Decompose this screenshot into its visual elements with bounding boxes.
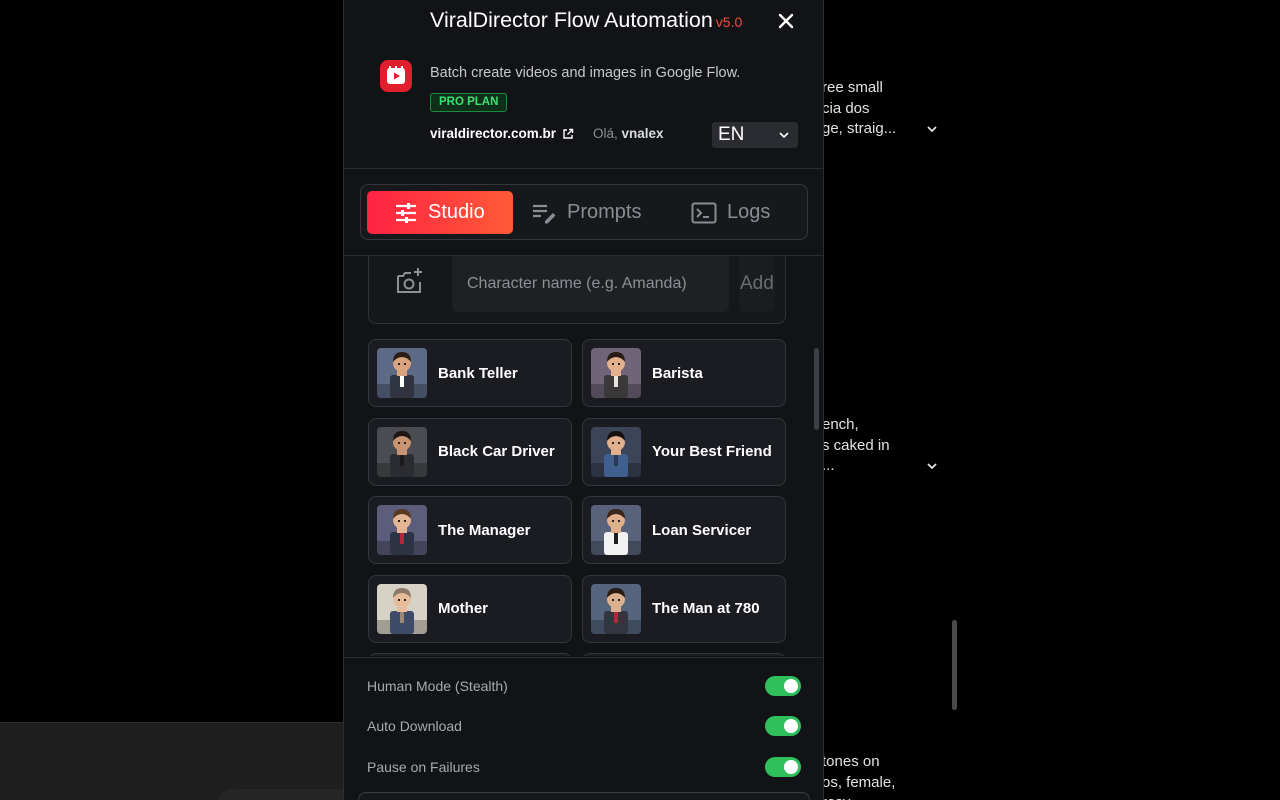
toggle-knob (784, 679, 798, 693)
character-avatar (377, 426, 427, 477)
language-value[interactable]: EN (718, 124, 744, 146)
character-name: Mother (438, 600, 488, 617)
character-avatar (591, 426, 641, 477)
background-prompt-snippet: ree small cia dos ge, straig... (822, 78, 912, 140)
tab-label[interactable]: Logs (727, 201, 770, 224)
website-link[interactable]: viraldirector.com.br (430, 126, 574, 141)
character-name: Your Best Friend (652, 443, 772, 460)
character-card-partial[interactable] (368, 653, 572, 656)
character-avatar (377, 583, 427, 634)
character-card[interactable]: Black Car Driver (368, 417, 572, 486)
website-link-text[interactable]: viraldirector.com.br (430, 126, 556, 141)
auto-download-toggle[interactable] (765, 716, 801, 736)
character-grid: Bank Teller Barista Black Car Driver Your B… (344, 330, 823, 656)
background-text-line: rosy (822, 793, 912, 800)
setting-pause-on-failures: Pause on Failures (367, 755, 801, 779)
setting-auto-download: Auto Download (367, 714, 801, 738)
plan-badge: PRO PLAN (430, 93, 508, 112)
character-card[interactable]: The Manager (368, 496, 572, 564)
background-scrollbar[interactable] (952, 620, 957, 710)
toggle-knob (784, 760, 798, 774)
settings-section: Human Mode (Stealth) Auto Download Pause… (344, 657, 823, 800)
add-character-button[interactable]: Add (739, 256, 775, 312)
human-mode-toggle[interactable] (765, 676, 801, 696)
background-text-line: tones on (822, 753, 880, 770)
add-character-form: Add (368, 256, 786, 324)
character-name: Black Car Driver (438, 443, 555, 460)
character-name-input[interactable] (452, 256, 729, 312)
app-subtitle: Batch create videos and images in Google… (430, 65, 741, 81)
chevron-down-icon (779, 132, 789, 139)
toggle-knob (784, 719, 798, 733)
close-icon[interactable] (776, 11, 796, 31)
setting-human-mode: Human Mode (Stealth) (367, 674, 801, 698)
sliders-icon (396, 202, 416, 223)
user-greeting: Olá, vnalex (593, 126, 664, 141)
app-title-text: ViralDirector Flow Automation (430, 8, 713, 32)
version-label: v5.0 (715, 14, 743, 30)
background-text-line: ... (822, 457, 835, 474)
greeting-prefix: Olá, (593, 126, 618, 141)
character-avatar (377, 505, 427, 555)
username: vnalex (621, 126, 664, 141)
panel-scrollbar[interactable] (814, 348, 819, 430)
background-text-line: ge, straig... (822, 120, 897, 137)
character-name: Bank Teller (438, 364, 518, 382)
app-logo-icon (380, 60, 412, 92)
terminal-icon (691, 202, 717, 223)
panel-header: ViralDirector Flow Automation v5.0 Batch … (344, 0, 823, 169)
character-card-partial[interactable] (582, 653, 786, 656)
background-pill[interactable] (218, 789, 358, 800)
character-card[interactable]: The Man at 780 (582, 574, 786, 643)
list-edit-icon (533, 204, 556, 223)
pause-on-failures-toggle[interactable] (765, 757, 801, 777)
tab-label[interactable]: Studio (428, 201, 485, 224)
character-avatar (591, 505, 641, 555)
setting-label: Pause on Failures (367, 759, 480, 775)
character-name: The Man at 780 (652, 600, 760, 617)
character-avatar (377, 348, 427, 398)
background-prompt-snippet: ench, s caked in ... (822, 415, 912, 477)
chevron-down-icon[interactable] (925, 459, 939, 473)
character-card[interactable]: Your Best Friend (582, 417, 786, 486)
character-card[interactable]: Barista (582, 339, 786, 407)
character-card[interactable]: Bank Teller (368, 339, 572, 407)
background-prompt-snippet: tones on os, female, rosy (822, 752, 912, 800)
tab-studio[interactable]: Studio (367, 191, 513, 234)
character-avatar (591, 583, 641, 634)
app-title: ViralDirector Flow Automation v5.0 (430, 6, 750, 36)
extension-panel: ViralDirector Flow Automation v5.0 Batch … (343, 0, 824, 800)
language-select[interactable]: EN (712, 122, 798, 148)
add-photo-icon[interactable] (395, 267, 425, 295)
character-name: The Manager (438, 521, 531, 539)
action-box[interactable] (358, 792, 810, 800)
screen: ree small cia dos ge, straig... ench, s … (0, 0, 1280, 800)
character-name: Barista (652, 364, 703, 382)
character-name: Loan Servicer (652, 521, 752, 539)
background-text-line: os, female, (822, 773, 896, 791)
background-text-line: cia dos (822, 99, 870, 117)
background-text-line: ench, (822, 416, 859, 433)
tab-bar: Studio Prompts Logs (360, 184, 808, 240)
tab-label[interactable]: Prompts (567, 201, 641, 224)
background-text-line: s caked in (822, 436, 890, 454)
background-footer (0, 722, 358, 800)
character-card[interactable]: Mother (368, 574, 572, 643)
background-text-line: ree small (822, 79, 883, 96)
character-card[interactable]: Loan Servicer (582, 496, 786, 564)
character-avatar (591, 348, 641, 398)
external-link-icon (563, 128, 574, 139)
chevron-down-icon[interactable] (925, 122, 939, 136)
setting-label: Human Mode (Stealth) (367, 678, 508, 694)
tab-prompts[interactable]: Prompts (531, 191, 641, 234)
tab-logs[interactable]: Logs (691, 191, 770, 234)
setting-label: Auto Download (367, 718, 462, 734)
